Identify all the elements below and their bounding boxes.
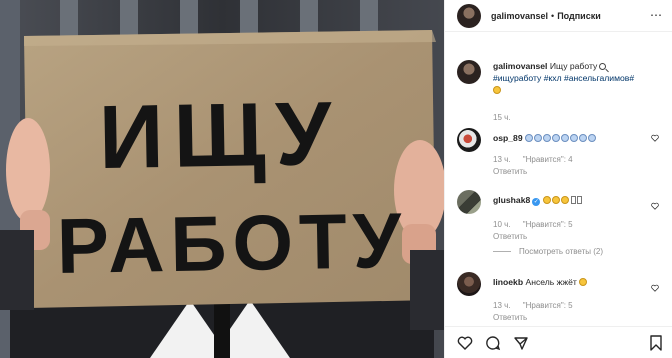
comment-text: glushak8 ✓	[493, 194, 665, 206]
post-side-panel: galimovansel • Подписки ⋯ galimovansel И…	[444, 0, 672, 358]
sign-line-1: ИЩУ	[98, 84, 342, 188]
emoji-icon	[570, 134, 579, 142]
comment-username[interactable]: glushak8	[493, 195, 530, 205]
share-icon[interactable]	[513, 335, 529, 351]
comment-time: 13 ч.	[493, 301, 511, 310]
like-heart-icon[interactable]	[457, 335, 473, 351]
emoji-icon	[552, 134, 561, 142]
comment-meta: 10 ч. "Нравится": 5	[493, 220, 583, 229]
unknown-glyph-icon	[570, 196, 576, 204]
comment-message: Ансель жжёт	[525, 277, 577, 287]
emoji-icon	[579, 278, 588, 286]
like-heart-icon[interactable]	[651, 284, 659, 292]
caption-time: 15 ч.	[493, 113, 511, 122]
comment-text: osp_89	[493, 132, 665, 144]
comment-username[interactable]: linoekb	[493, 277, 523, 287]
like-heart-icon[interactable]	[651, 134, 659, 142]
emoji-icon	[534, 134, 543, 142]
view-replies-button[interactable]: Посмотреть ответы (2)	[493, 247, 603, 256]
avatar[interactable]	[457, 3, 481, 28]
comment-likes[interactable]: "Нравится": 5	[523, 220, 573, 229]
comment-time: 13 ч.	[493, 155, 511, 164]
comment-meta: 13 ч. "Нравится": 4	[493, 155, 583, 164]
comment-likes[interactable]: "Нравится": 5	[523, 301, 573, 310]
emoji-icon	[588, 134, 597, 142]
caption-hashtags[interactable]: #ищуработу #кхл #ансельгалимов#	[493, 73, 634, 83]
comment-icon[interactable]	[485, 335, 501, 351]
action-bar	[445, 326, 672, 358]
avatar[interactable]	[457, 60, 481, 84]
reply-button[interactable]: Ответить	[493, 232, 527, 241]
emoji-icon	[543, 134, 552, 142]
verified-badge-icon: ✓	[532, 198, 541, 206]
comment-emojis	[542, 195, 582, 205]
smile-emoji-icon	[493, 86, 501, 94]
header-username[interactable]: galimovansel	[491, 11, 548, 21]
following-button[interactable]: Подписки	[557, 11, 601, 21]
more-options-icon[interactable]: ⋯	[650, 9, 663, 21]
reply-button[interactable]: Ответить	[493, 167, 527, 176]
emoji-icon	[542, 196, 551, 204]
comment-username[interactable]: osp_89	[493, 133, 523, 143]
comment-meta: 13 ч. "Нравится": 5	[493, 301, 583, 310]
comment-time: 10 ч.	[493, 220, 511, 229]
emoji-icon	[525, 134, 534, 142]
post-header: galimovansel • Подписки ⋯	[445, 0, 672, 32]
emoji-icon	[579, 134, 588, 142]
comment-emojis	[525, 133, 597, 143]
emoji-icon	[561, 134, 570, 142]
like-heart-icon[interactable]	[651, 202, 659, 210]
avatar[interactable]	[457, 128, 481, 152]
comment-text: linoekb Ансель жжёт	[493, 276, 665, 288]
unknown-glyph-icon	[576, 196, 582, 204]
caption-text: galimovansel Ищу работу #ищуработу #кхл …	[493, 60, 665, 96]
post-image: ИЩУ РАБОТУ	[0, 0, 444, 358]
header-separator: •	[551, 10, 555, 21]
emoji-icon	[551, 196, 560, 204]
post-photo[interactable]: ИЩУ РАБОТУ	[0, 0, 444, 358]
sign-line-2: РАБОТУ	[56, 196, 408, 290]
bookmark-icon[interactable]	[649, 335, 663, 351]
emoji-icon	[560, 196, 569, 204]
magnifier-icon	[599, 63, 607, 70]
comment-likes[interactable]: "Нравится": 4	[523, 155, 573, 164]
caption-username[interactable]: galimovansel	[493, 61, 547, 71]
caption-message: Ищу работу	[549, 61, 598, 71]
reply-button[interactable]: Ответить	[493, 313, 527, 322]
avatar[interactable]	[457, 190, 481, 214]
avatar[interactable]	[457, 272, 481, 296]
